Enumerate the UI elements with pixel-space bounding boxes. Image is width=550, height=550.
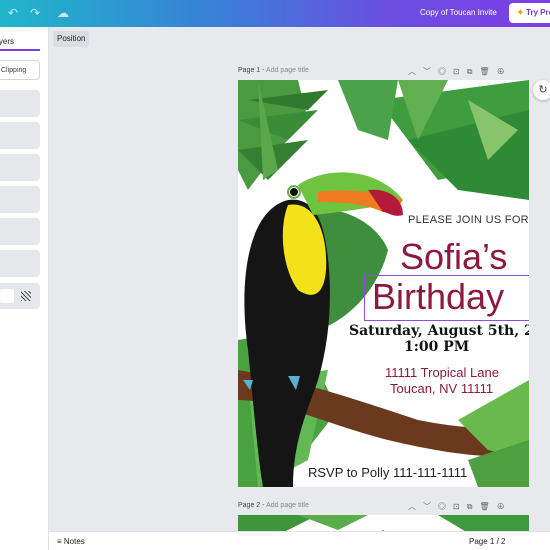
try-pro-label: Try Pro — [525, 8, 550, 17]
layer-item[interactable] — [0, 122, 40, 149]
white-swatch[interactable] — [0, 289, 14, 303]
chevron-up-icon[interactable]: ︿ — [408, 67, 423, 76]
invite-name[interactable]: Sofia’s — [400, 236, 507, 278]
invite-address-line2[interactable]: Toucan, NV 11111 — [390, 381, 493, 396]
palm-leaf-left — [238, 80, 328, 190]
try-pro-button[interactable]: ✦ Try Pro — [509, 3, 550, 23]
trash-icon[interactable]: 🗑 — [479, 67, 496, 76]
refresh-icon[interactable]: ↻ — [533, 80, 550, 100]
page-2-header: Page 2 - Add page title — [238, 502, 309, 509]
notes-icon: ≡ — [57, 537, 64, 546]
page-2-label: Page 2 - — [238, 502, 265, 509]
tab-layers[interactable]: Layers — [0, 37, 14, 46]
layer-item[interactable] — [0, 218, 40, 245]
layer-item[interactable] — [0, 154, 40, 181]
redo-icon[interactable]: ↷ — [30, 6, 40, 20]
left-panel: Layers Clipping — [0, 27, 49, 550]
crown-icon: ✦ — [517, 8, 524, 17]
undo-icon[interactable]: ↶ — [8, 6, 18, 20]
page-1-header: Page 1 - Add page title — [238, 67, 309, 74]
bottom-bar: ≡ Notes Page 1 / 2 — [49, 531, 550, 550]
invite-rsvp[interactable]: RSVP to Polly 111-111-1111 — [308, 465, 467, 480]
invite-date[interactable]: Saturday, August 5th, 2023 — [349, 323, 529, 339]
chevron-down-icon[interactable]: ﹀ — [423, 502, 438, 511]
transparency-icon[interactable] — [21, 291, 31, 301]
add-page-icon[interactable]: ⊕ — [497, 502, 512, 511]
page-2-tools: ︿﹀◎⊡⧉🗑⊕ — [408, 501, 512, 512]
page-1-canvas[interactable]: PLEASE JOIN US FOR Sofia’s Birthday Satu… — [238, 80, 529, 487]
chevron-up-icon[interactable]: ︿ — [408, 502, 423, 511]
page-1-add-title[interactable]: Add page title — [266, 67, 309, 74]
top-bar: ↶ ↷ ☁ Copy of Toucan Invite ✦ Try Pro — [0, 0, 550, 27]
clipping-button[interactable]: Clipping — [0, 60, 40, 80]
toucan-eye — [290, 188, 298, 196]
invite-address-line1[interactable]: 11111 Tropical Lane — [385, 365, 499, 380]
cloud-save-icon[interactable]: ☁ — [57, 6, 69, 20]
trash-icon[interactable]: 🗑 — [479, 502, 496, 511]
selection-box[interactable] — [364, 275, 529, 321]
active-tab-indicator — [0, 49, 40, 51]
eye-icon[interactable]: ◎ — [438, 502, 453, 511]
page-2-add-title[interactable]: Add page title — [266, 502, 309, 509]
invite-time[interactable]: 1:00 PM — [404, 339, 469, 355]
position-button[interactable]: Position — [53, 31, 90, 47]
duplicate-icon[interactable]: ⧉ — [467, 67, 480, 76]
background-swatch[interactable] — [0, 283, 40, 309]
layer-item[interactable] — [0, 250, 40, 277]
lock-icon[interactable]: ⊡ — [453, 67, 467, 76]
page-count[interactable]: Page 1 / 2 — [469, 537, 505, 546]
add-page-icon[interactable]: ⊕ — [497, 67, 512, 76]
notes-label: Notes — [63, 537, 85, 546]
invite-intro[interactable]: PLEASE JOIN US FOR — [408, 214, 529, 226]
document-title[interactable]: Copy of Toucan Invite — [420, 8, 497, 17]
eye-icon[interactable]: ◎ — [438, 67, 453, 76]
lock-icon[interactable]: ⊡ — [453, 502, 467, 511]
layer-item[interactable] — [0, 186, 40, 213]
page-1-tools: ︿﹀◎⊡⧉🗑⊕ — [408, 66, 512, 77]
chevron-down-icon[interactable]: ﹀ — [423, 67, 438, 76]
page-1-label: Page 1 - — [238, 67, 265, 74]
notes-button[interactable]: ≡ Notes — [57, 537, 85, 546]
layer-item[interactable] — [0, 90, 40, 117]
duplicate-icon[interactable]: ⧉ — [467, 502, 480, 511]
